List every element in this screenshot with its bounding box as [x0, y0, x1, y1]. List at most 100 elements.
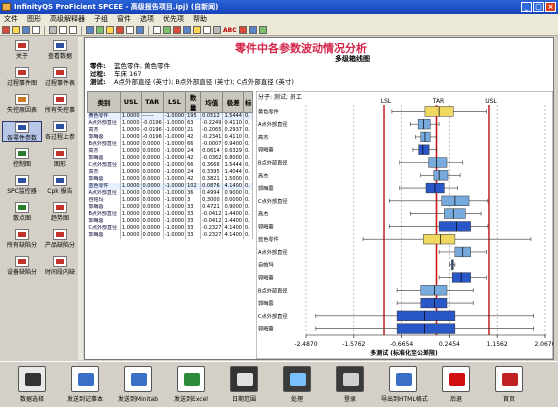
report-list-item[interactable]: 失控原因表 — [2, 94, 42, 115]
report-list-item[interactable]: 过程事件表 — [40, 67, 80, 88]
table-row[interactable]: A点外部直径 1.0000 0.0000 -1.0000 36 0.4994 0.9000 0… — [87, 190, 254, 197]
table-row[interactable]: C点外部直径 1.0000 0.0000 -1.0000 66 0.3666 1.5444 0… — [87, 162, 254, 169]
graph-icon[interactable] — [183, 26, 191, 34]
table-row[interactable]: 黄色零件 1.0000 ------ -1.0000 195 0.0512 1.5444 0. — [87, 112, 254, 120]
process-table-icon — [53, 67, 67, 78]
report-list-item[interactable]: 关于 — [2, 40, 42, 61]
table-row[interactable]: 高杰 1.0000 0.0000 -1.0000 24 0.3395 1.4044 0. — [87, 169, 254, 176]
chart-icon[interactable] — [86, 26, 94, 34]
col-std[interactable]: 标 — [242, 91, 254, 113]
table-row[interactable]: B点外部直径 1.0000 0.0000 -1.0000 33 -0.0412 1.4400… — [87, 211, 254, 218]
grid-icon[interactable] — [126, 26, 134, 34]
menu-subgroup[interactable]: 子组 — [94, 14, 108, 25]
table-row[interactable]: 郭晦蓉 1.0000 0.0000 -1.0000 42 -0.0362 0.8000 0. — [87, 155, 254, 162]
defect-icon — [15, 229, 29, 240]
table-row[interactable]: 郭晦蓉 1.0000 0.0000 -1.0000 42 0.3821 1.5000 0. — [87, 176, 254, 183]
action-button[interactable]: 处理 — [275, 366, 319, 406]
save-icon[interactable] — [22, 26, 30, 34]
report-list-item[interactable]: 散点图 — [2, 202, 42, 223]
table-cell-usl: 1.0000 — [120, 127, 142, 134]
report-list-item[interactable]: 各零件参数 — [2, 121, 42, 142]
report-list-item[interactable]: Cpk 报告 — [40, 175, 80, 196]
report-list-item[interactable]: 过程事件图 — [2, 67, 42, 88]
report-list-item[interactable]: 各过程上参 — [40, 121, 80, 142]
action-button[interactable]: 发送到Minitab — [116, 366, 160, 406]
zoom-icon[interactable] — [213, 26, 221, 34]
table-cell-n: 33 — [185, 232, 202, 239]
col-lsl[interactable]: LSL — [162, 91, 187, 113]
box — [420, 131, 431, 143]
list-icon[interactable] — [153, 26, 161, 34]
action-button[interactable]: 后退 — [434, 366, 478, 406]
abc-spell-icon[interactable]: ABC — [223, 27, 237, 34]
table-row[interactable]: B点外部直径 1.0000 0.0000 -1.0000 66 -0.0007 0.9400… — [87, 141, 254, 148]
menu-window[interactable]: 窗件 — [117, 14, 131, 25]
table-row[interactable]: 自帕玛 1.0000 0.0000 -1.0000 3 0.3000 0.0000 0. — [87, 197, 254, 204]
report-list-item[interactable]: 查看数据 — [40, 40, 80, 61]
table-row[interactable]: 蓝色零件 1.0000 0.0000 -1.0000 102 0.0876 4.1400 0. — [87, 183, 254, 190]
action-button[interactable]: 导出到HTML格式 — [381, 366, 428, 406]
menu-advanced[interactable]: 高级解释器 — [50, 14, 85, 25]
report-list-item[interactable]: 设备缺陷分 — [2, 256, 42, 277]
col-tar[interactable]: TAR — [140, 91, 164, 113]
report-list-item[interactable]: 图形 — [40, 148, 80, 169]
col-usl[interactable]: USL — [120, 91, 142, 113]
table-row[interactable]: 郭晦蓉 1.0000 0.0000 -1.0000 33 -0.0412 1.4400 0. — [87, 218, 254, 225]
export-icon[interactable] — [248, 26, 257, 34]
settings-icon[interactable] — [193, 26, 201, 34]
menu-options[interactable]: 选项 — [140, 14, 154, 25]
action-button[interactable]: 日期范围 — [222, 366, 266, 406]
folder-icon[interactable] — [12, 26, 20, 34]
table-row[interactable]: 郭晦蓉 1.0000 -0.0196 -1.0000 42 -0.2341 0.4110 0. — [87, 134, 254, 141]
alert-icon[interactable] — [116, 26, 124, 34]
open-icon[interactable] — [2, 26, 10, 34]
product-defect-icon — [53, 229, 67, 240]
report-list-item[interactable]: 时间段内缺 — [40, 256, 80, 277]
menu-graph[interactable]: 图形 — [27, 14, 41, 25]
col-range[interactable]: 极差 — [222, 91, 244, 113]
report-list-item[interactable]: SPC监控器 — [2, 175, 42, 196]
action-button[interactable]: 数据选择 — [10, 366, 54, 406]
menu-help[interactable]: 帮助 — [193, 14, 207, 25]
table-icon[interactable] — [96, 26, 104, 34]
table-row[interactable]: 高杰 1.0000 0.0000 -1.0000 24 0.0614 0.6329 0. — [87, 148, 254, 155]
report-list-item[interactable]: 所有缺陷分 — [2, 229, 42, 250]
menu-file[interactable]: 文件 — [4, 14, 18, 25]
close-button[interactable]: × — [545, 2, 556, 12]
action-button[interactable]: 登录 — [328, 366, 372, 406]
help-icon[interactable] — [258, 26, 267, 34]
cut-icon[interactable] — [49, 26, 57, 34]
table-row[interactable]: 高杰 1.0000 -0.0196 -1.0000 21 -0.2065 0.2937 0. — [87, 127, 254, 134]
monitor-icon[interactable] — [136, 26, 144, 34]
action-button[interactable]: 发送到记事本 — [63, 366, 107, 406]
calendar-icon[interactable] — [163, 26, 171, 34]
report-list-item[interactable]: 控制图 — [2, 148, 42, 169]
col-mean[interactable]: 均值 — [200, 91, 224, 113]
table-row[interactable]: A点外部直径 1.0000 -0.0196 -1.0000 63 -0.2249 0.411… — [87, 120, 254, 127]
action-button[interactable]: 首页 — [487, 366, 531, 406]
table-row[interactable]: 郭晦蓉 1.0000 0.0000 -1.0000 33 -0.2327 4.1400 0. — [87, 232, 254, 239]
refresh-icon[interactable] — [238, 26, 247, 34]
table-cell-mean: -0.2065 — [200, 127, 224, 134]
window-icon[interactable] — [203, 26, 211, 34]
table-row[interactable]: 郭晦蓉 1.0000 0.0000 -1.0000 33 0.4721 0.9000 0. — [87, 204, 254, 211]
minimize-button[interactable]: _ — [521, 2, 532, 12]
table-cell-mean: 0.0876 — [200, 183, 224, 190]
report-list-item[interactable]: 产品缺陷分 — [40, 229, 80, 250]
table-cell-usl: 1.0000 — [120, 225, 142, 232]
filter-icon[interactable] — [106, 26, 114, 34]
paste-icon[interactable] — [69, 26, 77, 34]
table-row[interactable]: C点外部直径 1.0000 0.0000 -1.0000 33 -0.2327 4.1400… — [87, 225, 254, 232]
maximize-button[interactable]: □ — [533, 2, 544, 12]
table-cell-usl: 1.0000 — [120, 176, 142, 183]
report-list-item[interactable]: 所有失控事 — [40, 94, 80, 115]
report-icon[interactable] — [173, 26, 181, 34]
copy-icon[interactable] — [59, 26, 67, 34]
print-icon[interactable] — [32, 26, 40, 34]
table-cell-name: C点外部直径 — [87, 162, 121, 169]
col-count[interactable]: 数量 — [185, 91, 202, 113]
col-category[interactable]: 类别 — [87, 91, 121, 113]
report-list-item[interactable]: 趋势图 — [40, 202, 80, 223]
menu-preferences[interactable]: 优先项 — [163, 14, 184, 25]
action-button[interactable]: 发送到Excel — [169, 366, 213, 406]
